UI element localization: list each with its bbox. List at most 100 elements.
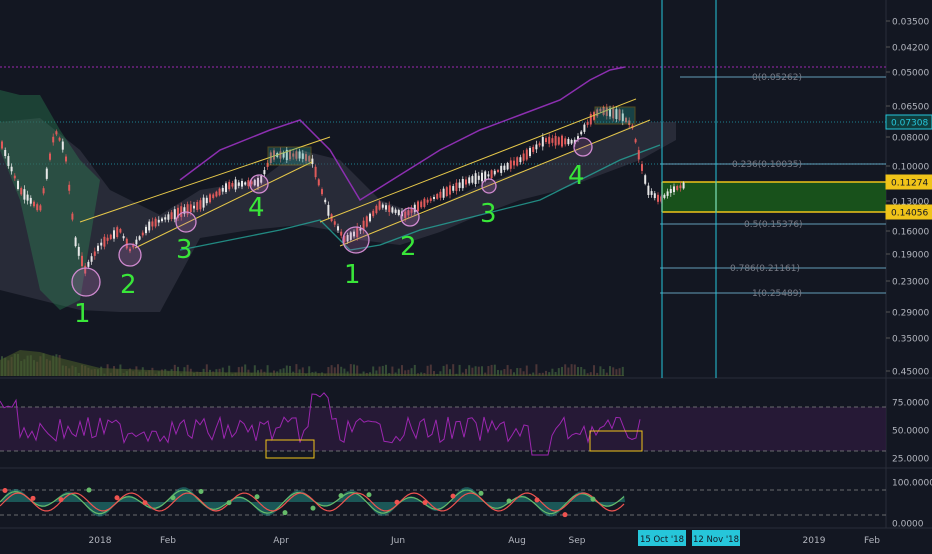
candle-body [52,136,55,143]
volume-bar [452,364,455,376]
candle-body [327,204,330,216]
candle-body [461,179,464,189]
candle-body [241,180,243,187]
price-tick-label: 0.04200 [892,44,929,54]
osc-cross-dot [310,505,316,511]
fib-level-label: 0.786(0.21161) [730,264,800,274]
candle-body [263,170,266,175]
candle-body [394,209,397,213]
candle-body [161,218,163,222]
candle-body [365,216,368,227]
candle-body [145,226,147,234]
candle-body [23,189,26,200]
candle-body [663,194,666,198]
candle-body [55,131,58,135]
candle-body [33,201,35,207]
candle-body [522,153,525,161]
candle-body [570,140,573,144]
price-tick-label: 0.05000 [892,69,929,79]
candle-body [17,180,19,190]
candle-body [61,141,64,150]
candle-body [433,196,435,200]
wave-count-label: 1 [344,260,361,290]
candle-body [170,212,173,220]
candle-body [209,194,211,203]
osc-cross-dot [394,499,400,505]
osc-cross-dot [114,495,120,501]
candle-body [375,205,378,214]
candle-body [567,138,570,145]
candle-body [513,160,515,166]
candle-body [487,174,490,177]
candle-body [477,175,480,180]
candle-body [650,191,653,195]
time-tick-label: Aug [508,536,526,546]
time-cursor-label: 15 Oct '18 [640,535,684,545]
candle-body [493,170,496,175]
candle-body [439,191,442,198]
candle-body [154,218,157,227]
time-axis-bg [0,528,932,550]
chart-svg: 0(0.05262) 0.236(0.10035) 0.5(0.15376) 0.78… [0,0,932,550]
wave-count-label: 3 [176,235,193,265]
candle-body [503,165,506,170]
candle-body [676,186,679,190]
candle-body [445,187,448,197]
candle-body [471,176,474,183]
candle-body [388,205,391,213]
candle-body [529,147,531,157]
osc-cross-dot [338,493,344,499]
rsi-tick-label: 50.0000 [892,427,929,437]
volume-bar [609,366,611,376]
fib-level-label: 0.5(0.15376) [744,220,803,230]
time-cursor-label: 12 Nov '18 [693,535,739,545]
candle-body [442,188,445,198]
volume-bar [493,364,496,376]
candle-body [481,172,483,182]
candle-body [119,229,122,233]
candle-body [397,210,400,215]
candle-body [100,242,103,246]
volume-bar [567,367,570,376]
price-label: 0.11274 [891,179,928,189]
candle-body [196,202,199,210]
candle-body [113,230,115,239]
price-tick-label: 0.35000 [892,335,929,345]
price-tick-label: 0.06500 [892,103,929,113]
candle-body [525,149,528,160]
candle-body [81,255,83,267]
candle-body [554,135,557,146]
candle-body [516,157,519,166]
volume-bar [621,366,624,376]
price-tick-label: 0.16000 [892,228,929,238]
candle-body [90,256,93,262]
candle-body [68,184,71,191]
candle-body [218,188,221,196]
candle-body [157,219,160,223]
volume-bar [506,365,509,376]
candle-body [49,153,51,160]
candle-body [36,204,39,211]
price-tick-label: 0.29000 [892,309,929,319]
candle-body [551,138,554,143]
price-tick-label: 0.45000 [892,368,929,378]
volume-bar [564,364,567,376]
osc-cross-dot [86,487,92,493]
volume-bar [570,364,573,376]
candle-body [333,221,336,225]
candle-body [500,165,503,173]
time-tick-label: Feb [160,536,176,546]
volume-bar [577,366,579,376]
candle-body [231,182,234,187]
candle-body [337,226,339,231]
consolidation-box [267,146,312,166]
osc-cross-dot [366,492,372,498]
candle-body [7,156,10,166]
candle-body [532,146,535,152]
volume-bar [612,367,615,376]
candle-body [87,261,90,267]
osc-tick-label: 100.0000 [892,479,932,489]
time-axis[interactable]: 2018 Feb Apr Jun Aug Sep 2019 Feb 15 Oct '18 12 N… [0,527,932,550]
candle-body [561,135,563,147]
candle-body [557,137,560,145]
